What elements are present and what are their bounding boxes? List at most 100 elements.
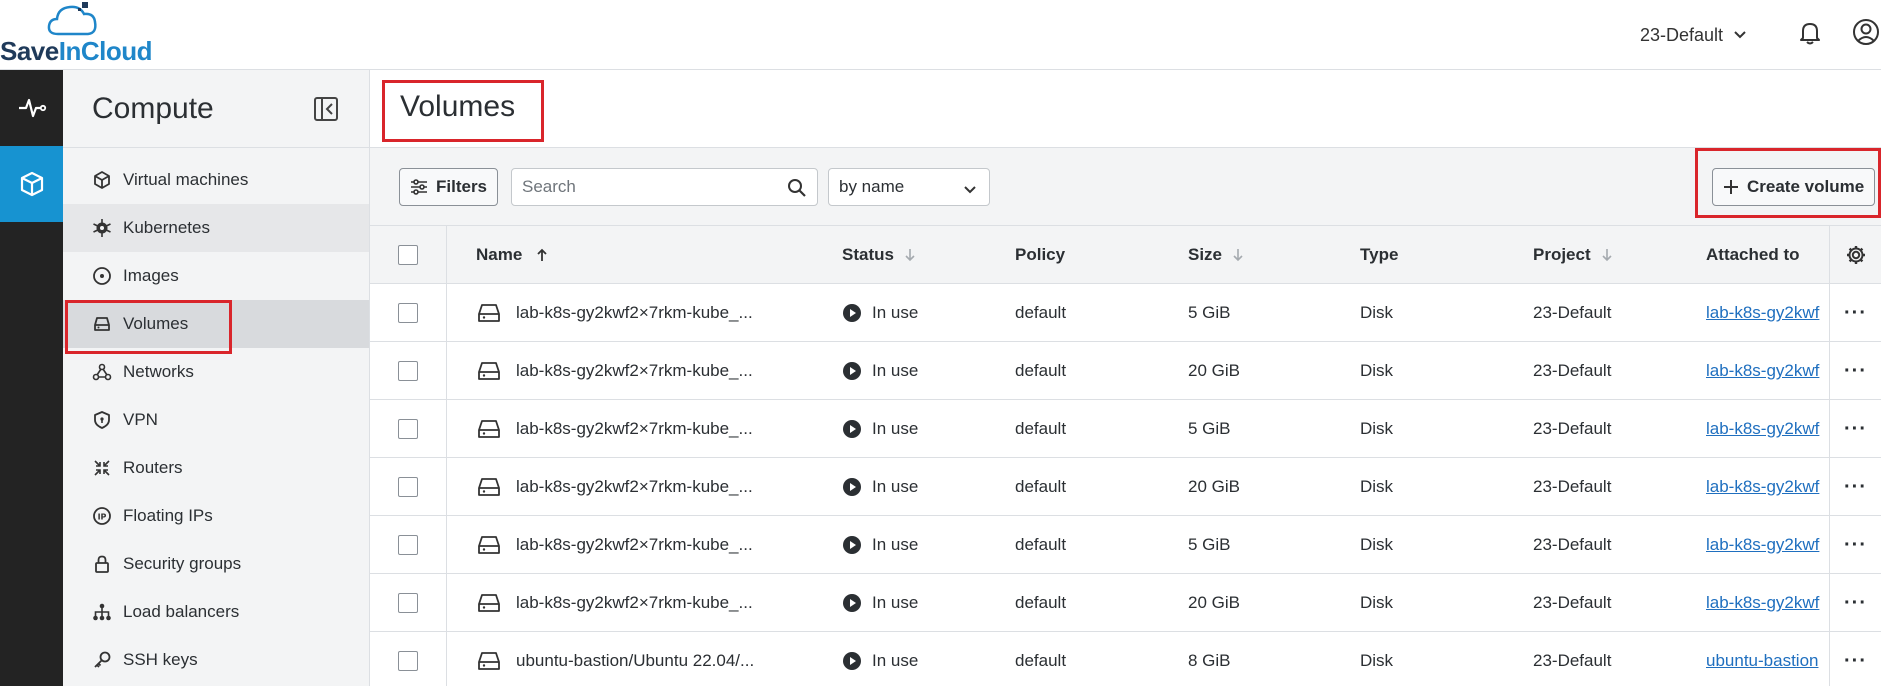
volume-policy: default — [1015, 477, 1067, 496]
rail-item-compute[interactable] — [0, 146, 63, 222]
sidebar-item-load-balancers[interactable]: Load balancers — [63, 588, 369, 636]
volume-policy: default — [1015, 593, 1067, 612]
sidebar-nav: Virtual machines Kubernetes Images Volum… — [63, 148, 369, 684]
row-actions-button[interactable]: ··· — [1829, 574, 1881, 632]
attached-to-link[interactable]: lab-k8s-gy2kwf — [1706, 361, 1819, 381]
account-button[interactable] — [1849, 15, 1881, 49]
play-circle-icon — [843, 478, 861, 496]
table-row[interactable]: lab-k8s-gy2kwf2×7rkm-kube_... In use def… — [370, 342, 1881, 400]
sidebar-item-label: Volumes — [123, 314, 189, 333]
volume-name-cell[interactable]: lab-k8s-gy2kwf2×7rkm-kube_... — [476, 284, 806, 342]
search-icon[interactable] — [787, 178, 807, 203]
volume-name: lab-k8s-gy2kwf2×7rkm-kube_... — [516, 303, 753, 322]
row-actions-button[interactable]: ··· — [1829, 632, 1881, 686]
user-icon — [1853, 19, 1879, 45]
row-checkbox[interactable] — [398, 303, 418, 323]
volume-policy: default — [1015, 535, 1067, 554]
attached-to-link[interactable]: ubuntu-bastion — [1706, 651, 1818, 671]
row-checkbox[interactable] — [398, 651, 418, 671]
attached-to-link[interactable]: lab-k8s-gy2kwf — [1706, 535, 1819, 555]
sidebar-item-floating-ips[interactable]: IP Floating IPs — [63, 492, 369, 540]
volume-name: lab-k8s-gy2kwf2×7rkm-kube_... — [516, 361, 753, 380]
column-header-attached-to[interactable]: Attached to — [1706, 226, 1829, 284]
sidebar-item-label: Images — [123, 266, 179, 285]
bell-icon — [1800, 23, 1820, 45]
column-header-project[interactable]: Project — [1533, 226, 1693, 284]
volume-name-cell[interactable]: lab-k8s-gy2kwf2×7rkm-kube_... — [476, 342, 806, 400]
table-row[interactable]: ubuntu-bastion/Ubuntu 22.04/... In use d… — [370, 632, 1881, 686]
volume-status-cell: In use — [842, 516, 992, 574]
drive-icon — [478, 362, 500, 380]
column-header-size[interactable]: Size — [1188, 226, 1338, 284]
sidebar-item-virtual-machines[interactable]: Virtual machines — [63, 156, 369, 204]
sidebar: Compute Virtual machines Kubernetes Imag… — [63, 70, 370, 686]
search-input[interactable] — [512, 177, 772, 197]
row-checkbox[interactable] — [398, 477, 418, 497]
table-row[interactable]: lab-k8s-gy2kwf2×7rkm-kube_... In use def… — [370, 400, 1881, 458]
volume-attached-cell: lab-k8s-gy2kwf — [1706, 284, 1829, 342]
table-row[interactable]: lab-k8s-gy2kwf2×7rkm-kube_... In use def… — [370, 574, 1881, 632]
table-row[interactable]: lab-k8s-gy2kwf2×7rkm-kube_... In use def… — [370, 516, 1881, 574]
sort-descending-icon — [905, 249, 915, 262]
create-volume-button[interactable]: Create volume — [1712, 168, 1876, 206]
filters-button[interactable]: Filters — [399, 168, 499, 206]
row-actions-button[interactable]: ··· — [1829, 458, 1881, 516]
column-header-status[interactable]: Status — [842, 226, 992, 284]
sidebar-item-ssh-keys[interactable]: SSH keys — [63, 636, 369, 684]
row-checkbox[interactable] — [398, 419, 418, 439]
column-header-label: Policy — [1015, 245, 1066, 264]
column-header-policy[interactable]: Policy — [1015, 226, 1165, 284]
sidebar-header: Compute — [63, 70, 369, 148]
column-header-label: Status — [842, 245, 894, 264]
table-row[interactable]: lab-k8s-gy2kwf2×7rkm-kube_... In use def… — [370, 284, 1881, 342]
column-header-type[interactable]: Type — [1360, 226, 1510, 284]
volume-name-cell[interactable]: lab-k8s-gy2kwf2×7rkm-kube_... — [476, 458, 806, 516]
volume-type: Disk — [1360, 361, 1394, 380]
table-row[interactable]: lab-k8s-gy2kwf2×7rkm-kube_... In use def… — [370, 458, 1881, 516]
row-actions-button[interactable]: ··· — [1829, 342, 1881, 400]
row-checkbox[interactable] — [398, 361, 418, 381]
sidebar-item-security-groups[interactable]: Security groups — [63, 540, 369, 588]
column-header-label: Name — [476, 245, 523, 264]
sidebar-item-networks[interactable]: Networks — [63, 348, 369, 396]
sidebar-item-label: Virtual machines — [123, 170, 249, 189]
project-selector[interactable]: 23-Default — [1640, 18, 1747, 52]
attached-to-link[interactable]: lab-k8s-gy2kwf — [1706, 419, 1819, 439]
attached-to-link[interactable]: lab-k8s-gy2kwf — [1706, 593, 1819, 613]
sidebar-item-volumes[interactable]: Volumes — [63, 300, 369, 354]
sidebar-item-label: Security groups — [123, 554, 242, 573]
column-settings-button[interactable] — [1829, 226, 1881, 284]
sort-select[interactable]: by name — [828, 168, 990, 206]
cube-icon — [20, 171, 43, 197]
ip-icon: IP — [91, 505, 113, 527]
volume-name-cell[interactable]: ubuntu-bastion/Ubuntu 22.04/... — [476, 632, 806, 686]
gear-icon — [1846, 246, 1865, 264]
rail-item-monitoring[interactable] — [0, 70, 63, 146]
sidebar-item-vpn[interactable]: VPN — [63, 396, 369, 444]
column-header-label: Size — [1188, 245, 1223, 264]
sidebar-item-label: Kubernetes — [123, 218, 210, 237]
volume-project: 23-Default — [1533, 651, 1612, 670]
attached-to-link[interactable]: lab-k8s-gy2kwf — [1706, 303, 1819, 323]
row-actions-button[interactable]: ··· — [1829, 400, 1881, 458]
play-circle-icon — [843, 652, 861, 670]
main-content: Volumes Filters by name — [370, 70, 1881, 686]
sidebar-item-kubernetes[interactable]: Kubernetes — [63, 204, 369, 252]
volume-name-cell[interactable]: lab-k8s-gy2kwf2×7rkm-kube_... — [476, 516, 806, 574]
notifications-button[interactable] — [1793, 15, 1827, 49]
sidebar-item-routers[interactable]: Routers — [63, 444, 369, 492]
collapse-sidebar-button[interactable] — [311, 94, 341, 124]
plus-icon — [1724, 180, 1738, 194]
select-all-checkbox[interactable] — [398, 245, 418, 265]
row-checkbox[interactable] — [398, 593, 418, 613]
row-actions-button[interactable]: ··· — [1829, 284, 1881, 342]
sidebar-item-images[interactable]: Images — [63, 252, 369, 300]
row-select-cell — [370, 516, 447, 574]
volume-name-cell[interactable]: lab-k8s-gy2kwf2×7rkm-kube_... — [476, 400, 806, 458]
column-header-name[interactable]: Name — [476, 226, 806, 284]
row-checkbox[interactable] — [398, 535, 418, 555]
row-actions-button[interactable]: ··· — [1829, 516, 1881, 574]
attached-to-link[interactable]: lab-k8s-gy2kwf — [1706, 477, 1819, 497]
volume-name-cell[interactable]: lab-k8s-gy2kwf2×7rkm-kube_... — [476, 574, 806, 632]
logo[interactable]: SaveInCloud — [0, 0, 170, 70]
